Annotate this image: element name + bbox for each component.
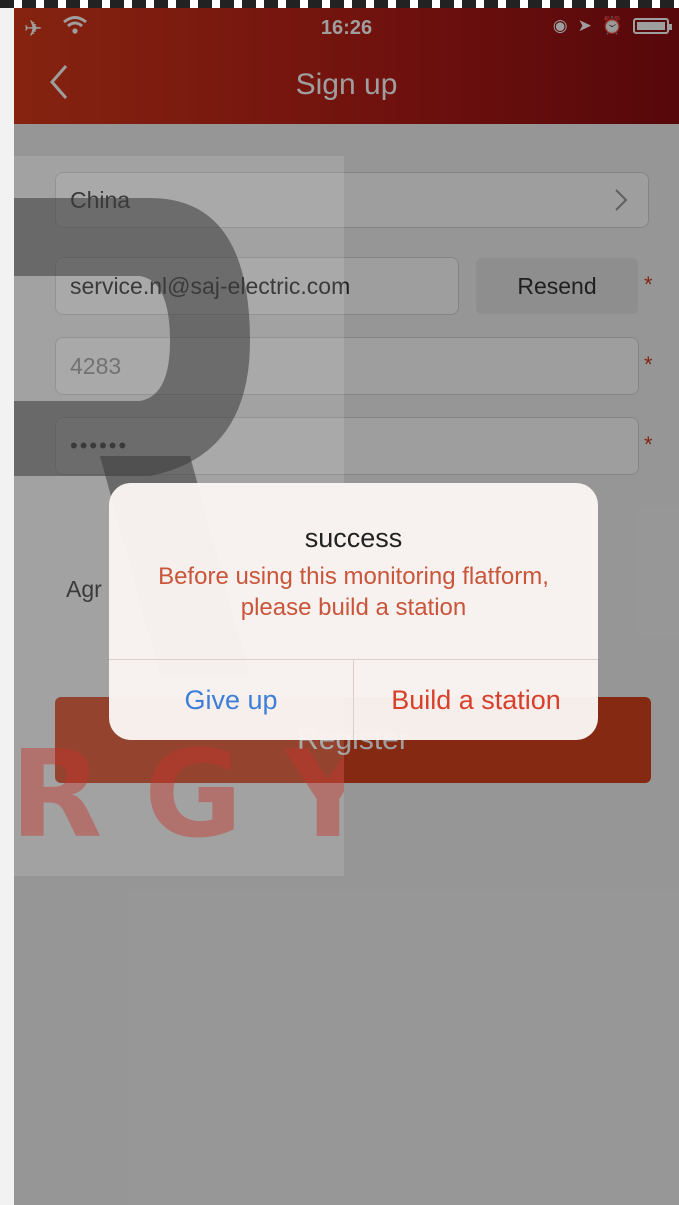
top-dashed-strip [0,0,679,8]
success-alert-dialog: success Before using this monitoring fla… [109,483,598,740]
alert-title: success [304,523,403,553]
build-station-button[interactable]: Build a station [354,660,598,740]
give-up-button[interactable]: Give up [109,660,353,740]
phone-screen: ✈ 16:26 ◉ ➤ ⏰ Sign up China service.nl@s… [14,8,679,1205]
alert-message: Before using this monitoring flatform, p… [158,563,549,621]
left-border [0,8,14,1205]
